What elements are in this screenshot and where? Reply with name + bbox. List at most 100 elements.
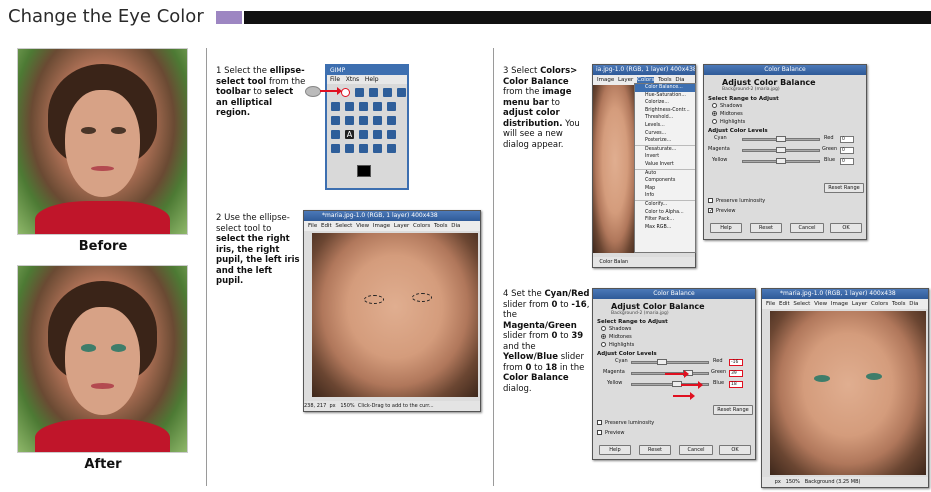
preview-checkbox[interactable]: ✓ Preview [704, 207, 735, 215]
cancel-button[interactable]: Cancel [679, 445, 713, 455]
radio-midtones[interactable]: Midtones [704, 110, 866, 118]
menu-item-levels[interactable]: Levels... [635, 122, 695, 130]
menu-image[interactable]: Image [831, 301, 848, 307]
cyan-red-value[interactable]: -16 [729, 359, 743, 366]
menu-item-auto[interactable]: Auto [635, 168, 695, 178]
menu-dialogs[interactable]: Dia [909, 301, 918, 307]
measure-tool-icon[interactable] [387, 102, 396, 111]
yellow-blue-slider[interactable] [742, 158, 820, 164]
blend-tool-icon[interactable] [373, 130, 382, 139]
help-button[interactable]: Help [710, 223, 742, 233]
menu-item-brightness-contrast[interactable]: Brightness-Contr... [635, 107, 695, 115]
menu-edit[interactable]: Edit [321, 223, 332, 229]
cancel-button[interactable]: Cancel [790, 223, 824, 233]
yellow-blue-value[interactable]: 0 [840, 158, 854, 165]
preserve-luminosity-checkbox[interactable]: Preserve luminosity [593, 419, 654, 427]
magenta-green-value[interactable]: 39 [729, 370, 743, 377]
magenta-green-slider[interactable] [742, 147, 820, 153]
reset-range-button[interactable]: Reset Range [824, 183, 864, 193]
menu-view[interactable]: View [356, 223, 369, 229]
menu-item-invert[interactable]: Invert [635, 153, 695, 161]
scale-tool-icon[interactable] [373, 116, 382, 125]
menu-item-color-balance[interactable]: Color Balance... [635, 84, 695, 92]
preserve-luminosity-checkbox[interactable]: Preserve luminosity [704, 197, 765, 205]
reset-range-button[interactable]: Reset Range [713, 405, 753, 415]
menu-item-colorize[interactable]: Colorize... [635, 99, 695, 107]
menu-item-hue-saturation[interactable]: Hue-Saturation... [635, 92, 695, 100]
menu-file[interactable]: File [330, 76, 340, 83]
airbrush-tool-icon[interactable] [359, 144, 368, 153]
menu-select[interactable]: Select [793, 301, 810, 307]
zoom-tool-icon[interactable] [373, 102, 382, 111]
menu-item-color-to-alpha[interactable]: Color to Alpha... [635, 209, 695, 217]
radio-midtones[interactable]: Midtones [593, 333, 755, 341]
magenta-green-value[interactable]: 0 [840, 147, 854, 154]
menu-file[interactable]: File [308, 223, 317, 229]
yellow-blue-value[interactable]: 18 [729, 381, 743, 388]
menu-item-value-invert[interactable]: Value Invert [635, 161, 695, 169]
image-canvas[interactable] [312, 233, 478, 397]
clone-tool-icon[interactable] [373, 144, 382, 153]
menu-colors[interactable]: Colors [871, 301, 888, 307]
fuzzy-select-tool-icon[interactable] [383, 88, 392, 97]
menu-dialogs[interactable]: Dia [451, 223, 460, 229]
cyan-red-slider[interactable] [742, 136, 820, 142]
zoom-select[interactable]: 150% [340, 403, 354, 409]
unit-select[interactable]: px [329, 403, 335, 409]
radio-highlights[interactable]: Highlights [704, 118, 866, 126]
pencil-tool-icon[interactable] [387, 130, 396, 139]
colors-window-canvas[interactable] [593, 85, 637, 253]
menu-select[interactable]: Select [335, 223, 352, 229]
menu-image[interactable]: Image [597, 77, 614, 83]
menu-item-posterize[interactable]: Posterize... [635, 137, 695, 145]
unit-select[interactable]: px [775, 479, 781, 485]
radio-shadows[interactable]: Shadows [704, 102, 866, 110]
move-tool-icon[interactable] [331, 116, 340, 125]
ellipse-select-tool-icon[interactable] [341, 88, 350, 97]
menu-colors[interactable]: Colors [413, 223, 430, 229]
scissors-tool-icon[interactable] [331, 102, 340, 111]
result-canvas[interactable] [770, 311, 926, 475]
menu-help[interactable]: Help [365, 76, 379, 83]
paths-tool-icon[interactable] [345, 102, 354, 111]
flip-tool-icon[interactable] [331, 130, 340, 139]
text-tool-icon[interactable]: A [345, 130, 354, 139]
smudge-tool-icon[interactable] [387, 144, 396, 153]
menu-item-max-rgb[interactable]: Max RGB... [635, 224, 695, 232]
reset-button[interactable]: Reset [750, 223, 782, 233]
fg-color-swatch[interactable] [357, 165, 371, 177]
menu-item-desaturate[interactable]: Desaturate... [635, 144, 695, 154]
zoom-select[interactable]: 150% [786, 479, 800, 485]
cyan-red-slider[interactable] [631, 359, 709, 365]
zoom-tag[interactable]: Color Balan [599, 259, 628, 265]
crop-tool-icon[interactable] [345, 116, 354, 125]
menu-xtns[interactable]: Xtns [346, 76, 359, 83]
menu-view[interactable]: View [814, 301, 827, 307]
rotate-tool-icon[interactable] [359, 116, 368, 125]
menu-item-curves[interactable]: Curves... [635, 130, 695, 138]
color-picker-tool-icon[interactable] [359, 102, 368, 111]
menu-item-map[interactable]: Map [635, 185, 695, 193]
cyan-red-value[interactable]: 0 [840, 136, 854, 143]
shear-tool-icon[interactable] [387, 116, 396, 125]
eraser-tool-icon[interactable] [345, 144, 354, 153]
menu-layer[interactable]: Layer [852, 301, 867, 307]
menu-tools[interactable]: Tools [434, 223, 448, 229]
bucket-fill-tool-icon[interactable] [359, 130, 368, 139]
select-by-color-tool-icon[interactable] [397, 88, 406, 97]
ok-button[interactable]: OK [719, 445, 751, 455]
menu-layer[interactable]: Layer [618, 77, 633, 83]
menu-layer[interactable]: Layer [394, 223, 409, 229]
color-swatches[interactable] [327, 159, 407, 189]
rect-select-tool-icon[interactable] [355, 88, 364, 97]
menu-item-info[interactable]: Info [635, 192, 695, 200]
ok-button[interactable]: OK [830, 223, 862, 233]
help-button[interactable]: Help [599, 445, 631, 455]
menu-edit[interactable]: Edit [779, 301, 790, 307]
menu-item-filter-pack[interactable]: Filter Pack... [635, 216, 695, 224]
reset-button[interactable]: Reset [639, 445, 671, 455]
menu-item-components[interactable]: Components [635, 177, 695, 185]
preview-checkbox[interactable]: Preview [593, 429, 624, 437]
radio-highlights[interactable]: Highlights [593, 341, 755, 349]
free-select-tool-icon[interactable] [369, 88, 378, 97]
